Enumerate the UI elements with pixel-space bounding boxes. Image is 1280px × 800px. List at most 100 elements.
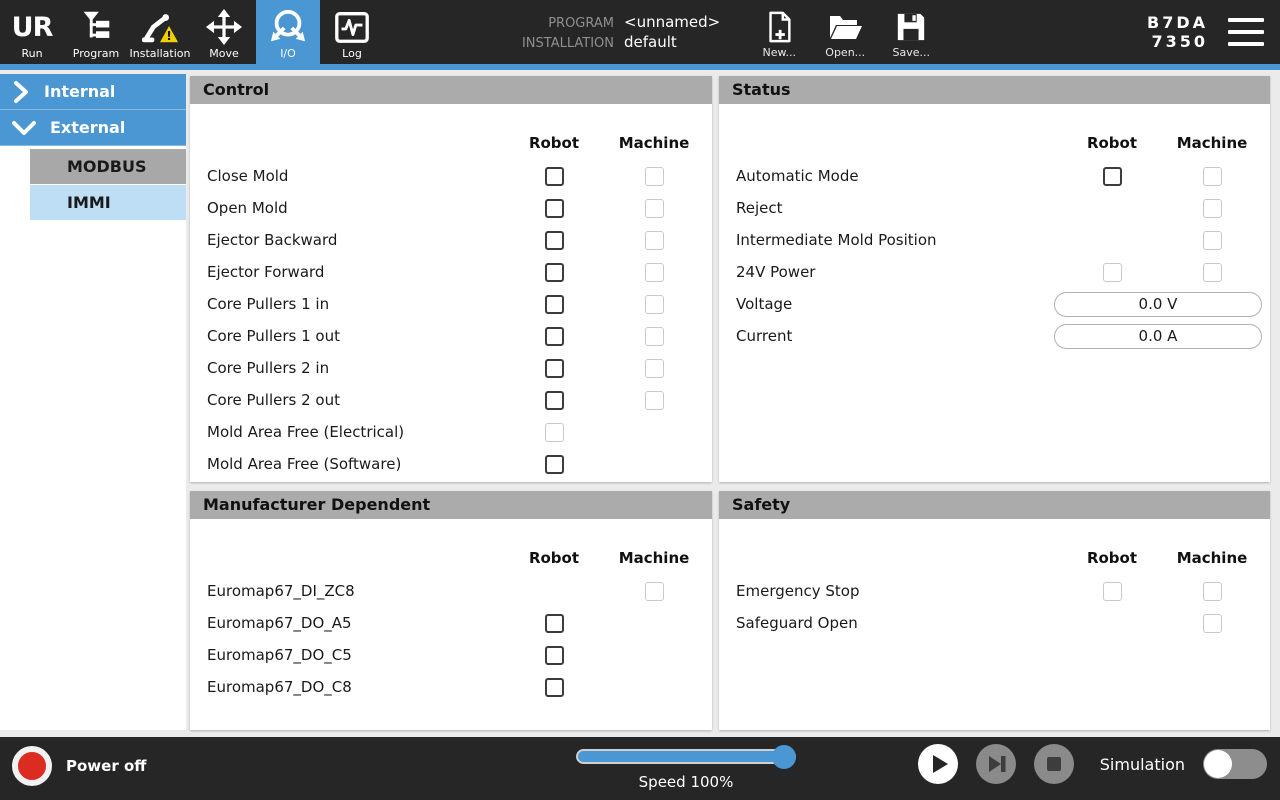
row-label: Euromap67_DO_A5 — [207, 614, 504, 632]
main-tab-bar: URRun Program !Installation Move I/O Log — [0, 0, 384, 64]
manufacturer-euromap67-di-zc8-machine-checkbox — [645, 582, 664, 601]
tab-move[interactable]: Move — [192, 0, 256, 64]
step-button[interactable] — [976, 744, 1016, 784]
row-label: Mold Area Free (Software) — [207, 455, 504, 473]
row-label: Safeguard Open — [736, 614, 1062, 632]
status-voltage-value: 0.0 V — [1054, 292, 1262, 317]
panel-body: RobotMachineEuromap67_DI_ZC8 Euromap67_DO… — [190, 519, 712, 730]
speed-slider-thumb[interactable] — [772, 745, 796, 769]
sidebar-item-immi[interactable]: IMMI — [30, 185, 186, 220]
panel-body: RobotMachine Close Mold Open Mold Ejector B… — [190, 104, 712, 482]
open-folder-icon — [827, 10, 863, 44]
robot-column-header: Robot — [1062, 134, 1162, 152]
row-label: Euromap67_DO_C5 — [207, 646, 504, 664]
table-row: Core Pullers 2 out — [190, 384, 712, 416]
panel-body: RobotMachineAutomatic ModeRejectIntermed… — [719, 104, 1270, 482]
panel-manufacturer: Manufacturer DependentRobotMachineEuroma… — [190, 491, 712, 730]
sidebar-item-external[interactable]: External — [0, 110, 186, 146]
table-row: Core Pullers 1 out — [190, 320, 712, 352]
table-row: Emergency Stop — [719, 575, 1270, 607]
open-button[interactable]: Open... — [816, 0, 874, 64]
table-row: Euromap67_DI_ZC8 — [190, 575, 712, 607]
simulation-toggle[interactable] — [1203, 749, 1267, 779]
tab-program[interactable]: Program — [64, 0, 128, 64]
control-ejector-backward-robot-checkbox[interactable] — [545, 231, 564, 250]
panel-safety: SafetyRobotMachineEmergency Stop Safeguar… — [719, 491, 1270, 730]
new-button[interactable]: New... — [750, 0, 808, 64]
tab-io[interactable]: I/O — [256, 0, 320, 64]
table-row: Ejector Forward — [190, 256, 712, 288]
speed-slider[interactable] — [576, 749, 796, 764]
save-floppy-icon — [895, 10, 927, 44]
table-row: Core Pullers 2 in — [190, 352, 712, 384]
control-core-pullers-1-in-machine-checkbox — [645, 295, 664, 314]
play-button[interactable] — [918, 744, 958, 784]
speed-slider-group: Speed 100% — [576, 749, 796, 791]
io-arrows-icon — [267, 6, 309, 48]
sidebar-item-internal[interactable]: Internal — [0, 74, 186, 110]
column-header-row: RobotMachine — [190, 519, 712, 575]
ur-logo-icon: UR — [12, 6, 53, 48]
svg-text:!: ! — [166, 29, 172, 43]
control-mold-area-free-software-robot-checkbox[interactable] — [545, 455, 564, 474]
sidebar-item-modbus[interactable]: MODBUS — [30, 149, 186, 184]
status-automatic-mode-robot-checkbox[interactable] — [1103, 167, 1122, 186]
control-core-pullers-2-in-robot-checkbox[interactable] — [545, 359, 564, 378]
row-label: Close Mold — [207, 167, 504, 185]
chevron-right-icon — [11, 80, 31, 104]
manufacturer-euromap67-do-c5-robot-checkbox[interactable] — [545, 646, 564, 665]
column-header-row: RobotMachine — [190, 104, 712, 160]
control-open-mold-robot-checkbox[interactable] — [545, 199, 564, 218]
top-bar: URRun Program !Installation Move I/O Log… — [0, 0, 1280, 64]
io-panel-grid: ControlRobotMachineClose MoldOpen MoldEj… — [190, 76, 1270, 730]
program-label: PROGRAM — [504, 16, 614, 31]
installation-name: default — [624, 33, 720, 51]
io-sidebar: Internal ExternalMODBUSIMMI — [0, 74, 186, 730]
table-row: Safeguard Open — [719, 607, 1270, 639]
panel-title: Safety — [719, 491, 1270, 519]
robot-column-header: Robot — [504, 134, 604, 152]
move-arrows-icon — [204, 6, 244, 48]
row-label: Intermediate Mold Position — [736, 231, 1062, 249]
simulation-label: Simulation — [1100, 755, 1185, 774]
table-row: Ejector Backward — [190, 224, 712, 256]
row-label: Core Pullers 2 out — [207, 391, 504, 409]
speed-label: Speed 100% — [576, 773, 796, 791]
control-core-pullers-2-out-robot-checkbox[interactable] — [545, 391, 564, 410]
control-core-pullers-1-out-machine-checkbox — [645, 327, 664, 346]
content-area: Internal ExternalMODBUSIMMI ControlRobot… — [0, 70, 1280, 737]
row-label: Voltage — [736, 295, 1054, 313]
column-header-row: RobotMachine — [719, 519, 1270, 575]
machine-column-header: Machine — [1162, 134, 1262, 152]
control-ejector-forward-robot-checkbox[interactable] — [545, 263, 564, 282]
playback-controls: Simulation — [918, 744, 1267, 784]
control-core-pullers-1-in-robot-checkbox[interactable] — [545, 295, 564, 314]
save-button[interactable]: Save... — [882, 0, 940, 64]
control-close-mold-robot-checkbox[interactable] — [545, 167, 564, 186]
control-core-pullers-1-out-robot-checkbox[interactable] — [545, 327, 564, 346]
new-file-icon — [764, 10, 794, 44]
row-label: Automatic Mode — [736, 167, 1062, 185]
table-row: Euromap67_DO_C5 — [190, 639, 712, 671]
tab-installation[interactable]: !Installation — [128, 0, 192, 64]
robot-serial: B7DA 7350 — [1147, 13, 1208, 51]
file-action-label: New... — [762, 46, 795, 59]
manufacturer-euromap67-do-c8-robot-checkbox[interactable] — [545, 678, 564, 697]
tab-log[interactable]: Log — [320, 0, 384, 64]
manufacturer-euromap67-do-a5-robot-checkbox[interactable] — [545, 614, 564, 633]
power-status-label: Power off — [66, 757, 146, 775]
table-row: Euromap67_DO_C8 — [190, 671, 712, 703]
row-label: Mold Area Free (Electrical) — [207, 423, 504, 441]
control-open-mold-machine-checkbox — [645, 199, 664, 218]
stop-button[interactable] — [1034, 744, 1074, 784]
file-action-label: Save... — [892, 46, 930, 59]
tab-run[interactable]: URRun — [0, 0, 64, 64]
hamburger-menu-icon[interactable] — [1228, 18, 1264, 46]
status-automatic-mode-machine-checkbox — [1203, 167, 1222, 186]
table-row: Open Mold — [190, 192, 712, 224]
row-label: Open Mold — [207, 199, 504, 217]
row-label: Core Pullers 1 in — [207, 295, 504, 313]
polyscope-app: URRun Program !Installation Move I/O Log… — [0, 0, 1280, 800]
power-status-button[interactable]: Power off — [12, 746, 146, 786]
panel-title: Control — [190, 76, 712, 104]
